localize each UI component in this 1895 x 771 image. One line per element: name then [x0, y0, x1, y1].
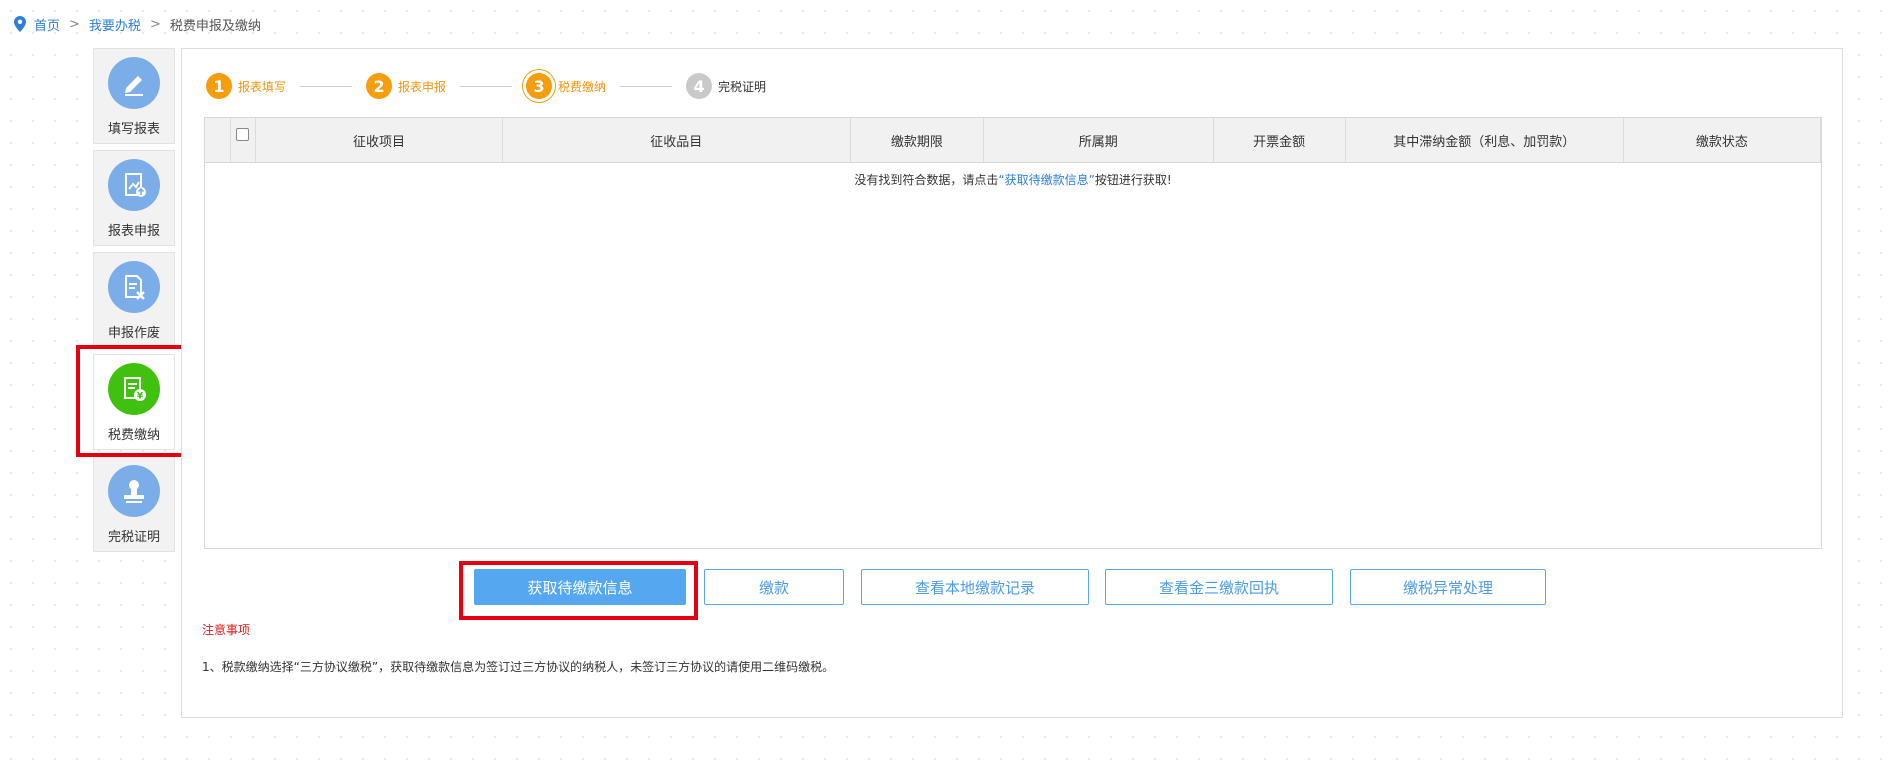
edit-pen-icon	[108, 57, 160, 109]
step-number: 4	[686, 73, 713, 99]
breadcrumb-home-link[interactable]: 首页	[34, 15, 60, 34]
column-header: 征收项目	[256, 118, 503, 162]
column-header: 开票金额	[1214, 118, 1346, 162]
empty-message: 没有找到符合数据，请点击“获取待缴款信息”按钮进行获取!	[205, 163, 1821, 188]
step-number: 3	[526, 73, 553, 99]
select-all-checkbox[interactable]	[236, 127, 250, 141]
notice-text: 1、税款缴纳选择“三方协议缴税”，获取待缴款信息为签订过三方协议的纳税人，未签订…	[202, 660, 835, 674]
step-number: 1	[206, 73, 232, 99]
select-all-cell	[231, 118, 257, 162]
step-label: 税费缴纳	[558, 79, 607, 94]
pay-button[interactable]: 缴款	[704, 569, 844, 605]
breadcrumb-current: 税费申报及缴纳	[169, 18, 261, 34]
column-header: 征收品目	[503, 118, 851, 162]
table-header: 征收项目 征收品目 缴款期限 所属期 开票金额 其中滞纳金额（利息、加罚款） 缴…	[205, 118, 1821, 163]
stamp-icon	[108, 465, 160, 517]
step-label: 完税证明	[718, 79, 767, 94]
step-tax-certificate: 4 完税证明	[686, 73, 766, 99]
payment-exception-button[interactable]: 缴税异常处理	[1350, 569, 1546, 605]
sidebar-item-submit-report[interactable]: 报表申报	[93, 150, 175, 246]
empty-message-link: “获取待缴款信息”	[998, 173, 1095, 187]
highlight-box-fetch-button	[459, 561, 698, 620]
step-label: 报表申报	[398, 79, 447, 94]
view-jinsan-receipt-button[interactable]: 查看金三缴款回执	[1105, 569, 1333, 605]
step-number: 2	[366, 73, 393, 99]
step-connector	[460, 85, 513, 87]
step-connector	[300, 85, 353, 87]
sidebar-item-label: 申报作废	[107, 326, 160, 341]
column-header: 所属期	[984, 118, 1214, 162]
document-void-icon	[108, 261, 160, 313]
breadcrumb-tax-link[interactable]: 我要办税	[89, 15, 141, 34]
sidebar-item-label: 填写报表	[107, 122, 160, 137]
step-label: 报表填写	[238, 79, 287, 94]
breadcrumb-separator: >	[149, 16, 161, 32]
location-pin-icon	[14, 16, 26, 32]
view-local-records-button[interactable]: 查看本地缴款记录	[861, 569, 1089, 605]
header-spacer	[205, 118, 231, 162]
step-submit-report: 2 报表申报	[366, 73, 446, 99]
report-upload-icon	[108, 159, 160, 211]
column-header: 缴款状态	[1624, 118, 1821, 162]
notice-title: 注意事项	[202, 623, 251, 637]
sidebar-item-fill-report[interactable]: 填写报表	[93, 48, 175, 144]
progress-steps: 1 报表填写 2 报表申报 3 税费缴纳 4 完税证明	[206, 73, 766, 99]
column-header: 缴款期限	[851, 118, 984, 162]
empty-message-suffix: 按钮进行获取!	[1094, 173, 1172, 187]
breadcrumb-separator: >	[69, 16, 80, 32]
step-fill-report: 1 报表填写	[206, 73, 286, 99]
sidebar-item-label: 完税证明	[107, 530, 160, 545]
sidebar-item-label: 报表申报	[107, 224, 160, 239]
payment-table: 征收项目 征收品目 缴款期限 所属期 开票金额 其中滞纳金额（利息、加罚款） 缴…	[204, 117, 1822, 549]
highlight-box-sidebar	[76, 345, 190, 457]
main-panel: 1 报表填写 2 报表申报 3 税费缴纳 4 完税证明 征收项目 征收品目 缴款…	[181, 48, 1843, 718]
step-connector	[620, 85, 673, 87]
empty-message-prefix: 没有找到符合数据，请点击	[854, 173, 999, 187]
breadcrumb: 首页 > 我要办税 > 税费申报及缴纳	[14, 15, 261, 34]
sidebar-item-tax-certificate[interactable]: 完税证明	[93, 456, 175, 552]
column-header: 其中滞纳金额（利息、加罚款）	[1346, 118, 1624, 162]
sidebar-item-void-report[interactable]: 申报作废	[93, 252, 175, 348]
step-tax-payment: 3 税费缴纳	[526, 73, 606, 99]
